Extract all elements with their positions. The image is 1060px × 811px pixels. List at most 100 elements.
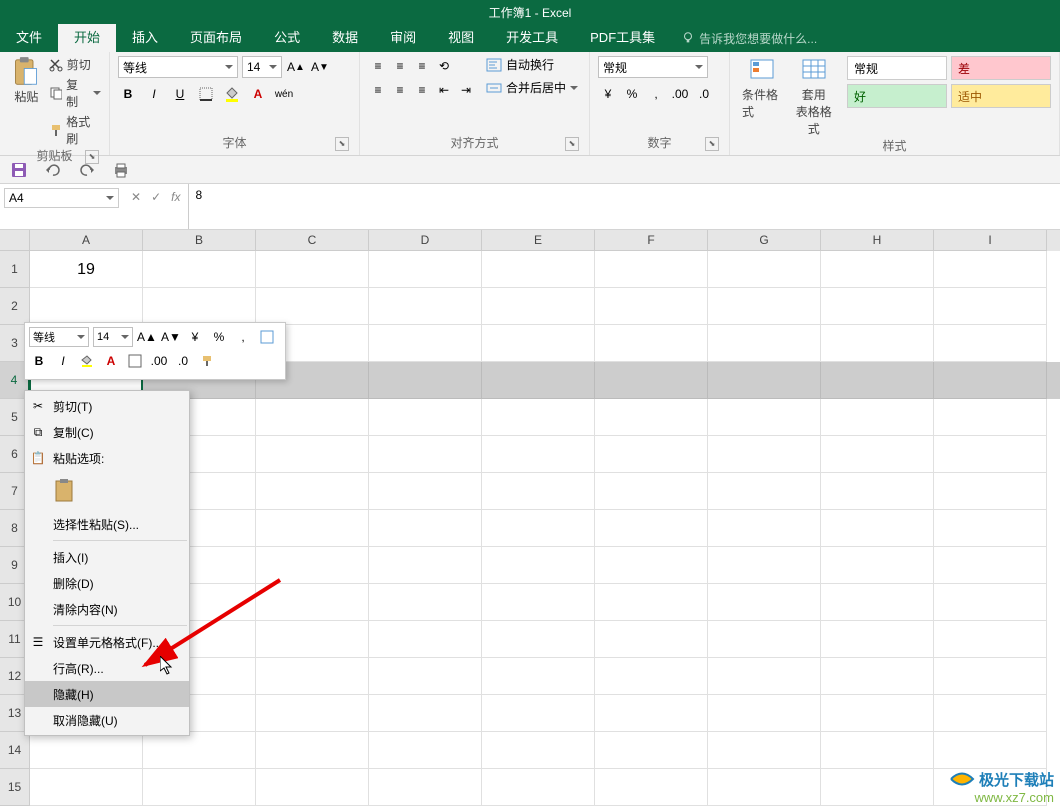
cell[interactable] <box>595 658 708 695</box>
cell-style-normal[interactable]: 常规 <box>847 56 947 80</box>
align-middle-button[interactable]: ≡ <box>390 56 410 76</box>
cell[interactable] <box>256 732 369 769</box>
align-left-button[interactable]: ≡ <box>368 80 388 100</box>
increase-decimal-button[interactable]: .00 <box>670 84 690 104</box>
cell[interactable] <box>256 473 369 510</box>
mini-font-color-button[interactable]: A <box>101 351 121 371</box>
column-header[interactable]: B <box>143 230 256 251</box>
cell[interactable] <box>482 473 595 510</box>
cell[interactable] <box>821 695 934 732</box>
menu-insert[interactable]: 插入(I) <box>25 544 189 570</box>
cell[interactable] <box>482 732 595 769</box>
cell[interactable] <box>143 251 256 288</box>
menu-paste-special[interactable]: 选择性粘贴(S)... <box>25 511 189 537</box>
cell[interactable] <box>821 732 934 769</box>
paste-default-icon[interactable] <box>53 478 79 504</box>
border-button[interactable] <box>196 84 216 104</box>
cell[interactable] <box>482 251 595 288</box>
cell-style-neutral[interactable]: 适中 <box>951 84 1051 108</box>
cell[interactable] <box>143 769 256 806</box>
cell[interactable] <box>482 436 595 473</box>
cell[interactable] <box>934 695 1047 732</box>
percent-button[interactable]: % <box>622 84 642 104</box>
cell[interactable] <box>369 584 482 621</box>
cell[interactable] <box>708 621 821 658</box>
cell[interactable] <box>821 584 934 621</box>
cell[interactable] <box>708 473 821 510</box>
column-header[interactable]: E <box>482 230 595 251</box>
cell[interactable] <box>708 436 821 473</box>
cell[interactable] <box>821 251 934 288</box>
decrease-indent-button[interactable]: ⇤ <box>434 80 454 100</box>
cell[interactable] <box>821 473 934 510</box>
cell[interactable] <box>369 473 482 510</box>
cell[interactable] <box>256 510 369 547</box>
cell[interactable] <box>256 584 369 621</box>
cell-style-bad[interactable]: 差 <box>951 56 1051 80</box>
cell[interactable] <box>708 547 821 584</box>
dialog-launcher-icon[interactable]: ⬊ <box>335 137 349 151</box>
conditional-format-button[interactable]: 条件格式 <box>738 56 789 120</box>
cell[interactable] <box>143 732 256 769</box>
insert-function-button[interactable]: fx <box>171 190 180 204</box>
cell[interactable] <box>369 732 482 769</box>
cell[interactable] <box>934 288 1047 325</box>
cell[interactable] <box>595 325 708 362</box>
mini-border-button[interactable] <box>125 351 145 371</box>
cancel-formula-button[interactable]: ✕ <box>131 190 141 204</box>
cell[interactable] <box>821 325 934 362</box>
name-box[interactable]: A4 <box>4 188 119 208</box>
cell[interactable] <box>934 251 1047 288</box>
select-all-corner[interactable] <box>0 230 30 251</box>
cell[interactable] <box>934 362 1047 399</box>
cell[interactable] <box>482 362 595 399</box>
cell[interactable] <box>934 584 1047 621</box>
cell[interactable] <box>821 547 934 584</box>
orientation-button[interactable]: ⟲ <box>434 56 454 76</box>
mini-italic-button[interactable]: I <box>53 351 73 371</box>
row-header[interactable]: 14 <box>0 732 30 769</box>
cell[interactable] <box>595 288 708 325</box>
tab-home[interactable]: 开始 <box>58 24 116 52</box>
cell[interactable] <box>934 547 1047 584</box>
cell[interactable] <box>482 621 595 658</box>
tab-file[interactable]: 文件 <box>0 24 58 52</box>
font-name-combo[interactable]: 等线 <box>118 56 238 78</box>
cell[interactable] <box>369 547 482 584</box>
column-header[interactable]: F <box>595 230 708 251</box>
cell[interactable] <box>369 658 482 695</box>
menu-cut[interactable]: ✂剪切(T) <box>25 393 189 419</box>
underline-button[interactable]: U <box>170 84 190 104</box>
cell[interactable] <box>369 325 482 362</box>
cell[interactable] <box>482 510 595 547</box>
tab-formula[interactable]: 公式 <box>258 24 316 52</box>
cell[interactable] <box>708 362 821 399</box>
menu-clear[interactable]: 清除内容(N) <box>25 596 189 622</box>
tab-review[interactable]: 审阅 <box>374 24 432 52</box>
cell[interactable] <box>595 436 708 473</box>
cell[interactable] <box>708 251 821 288</box>
comma-button[interactable]: , <box>646 84 666 104</box>
cell[interactable] <box>708 732 821 769</box>
cell[interactable] <box>256 547 369 584</box>
align-top-button[interactable]: ≡ <box>368 56 388 76</box>
cell[interactable] <box>482 584 595 621</box>
menu-unhide[interactable]: 取消隐藏(U) <box>25 707 189 733</box>
cell[interactable] <box>708 769 821 806</box>
cell[interactable] <box>256 658 369 695</box>
row-header[interactable]: 2 <box>0 288 30 325</box>
phonetic-button[interactable]: wén <box>274 84 294 104</box>
font-size-combo[interactable]: 14 <box>242 56 282 78</box>
cell[interactable] <box>369 695 482 732</box>
merge-center-button[interactable]: 合并后居中 <box>486 79 578 96</box>
cell[interactable] <box>708 695 821 732</box>
menu-hide[interactable]: 隐藏(H) <box>25 681 189 707</box>
column-header[interactable]: G <box>708 230 821 251</box>
cut-button[interactable]: 剪切 <box>49 56 101 73</box>
cell[interactable] <box>708 288 821 325</box>
cell[interactable] <box>821 510 934 547</box>
number-format-combo[interactable]: 常规 <box>598 56 708 78</box>
bold-button[interactable]: B <box>118 84 138 104</box>
fill-color-button[interactable] <box>222 84 242 104</box>
increase-indent-button[interactable]: ⇥ <box>456 80 476 100</box>
